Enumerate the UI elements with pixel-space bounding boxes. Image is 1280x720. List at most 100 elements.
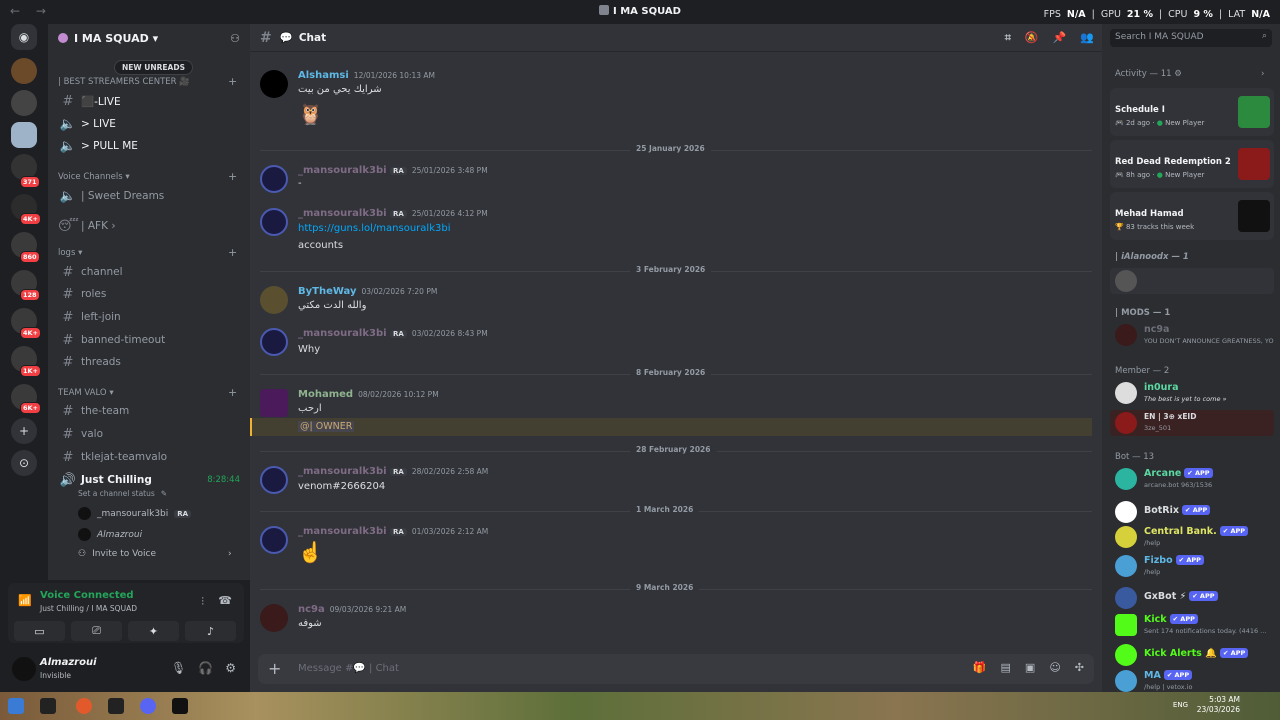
server-icon[interactable] xyxy=(11,90,37,116)
channel-item[interactable]: # the-team xyxy=(58,401,240,421)
author[interactable]: _mansouralk3bi RA 25/01/2026 4:12 PM xyxy=(298,208,488,219)
avatar[interactable] xyxy=(260,389,288,417)
channel-item[interactable]: # channel xyxy=(58,262,240,282)
activity-card[interactable]: Mehad Hamad 🏆 83 tracks this week xyxy=(1110,192,1274,240)
apps-icon[interactable]: ✣ xyxy=(1075,661,1084,674)
task-view-icon[interactable] xyxy=(40,698,56,714)
author[interactable]: _mansouralk3bi RA 25/01/2026 3:48 PM xyxy=(298,165,488,176)
members-icon[interactable]: 👥 xyxy=(1080,31,1094,45)
member-row[interactable]: in0ura The best is yet to come » xyxy=(1115,382,1275,406)
author[interactable]: nc9a 09/03/2026 9:21 AM xyxy=(298,604,406,615)
message-link[interactable]: https://guns.lol/mansouralk3bi xyxy=(298,223,450,234)
author[interactable]: _mansouralk3bi RA 03/02/2026 8:43 PM xyxy=(298,328,488,339)
soundboard-button[interactable]: ♪ xyxy=(185,621,236,641)
avatar[interactable] xyxy=(260,70,288,98)
emoji-icon[interactable]: ☺ xyxy=(1049,661,1060,674)
member-row[interactable] xyxy=(1110,268,1274,294)
app-icon[interactable] xyxy=(108,698,124,714)
bot-row[interactable]: Kick Alerts 🔔 ✔ APP xyxy=(1115,644,1275,668)
add-server-icon[interactable]: + xyxy=(11,418,37,444)
avatar[interactable] xyxy=(260,466,288,494)
discover-icon[interactable]: ⊙ xyxy=(11,450,37,476)
camera-off-button[interactable]: ▭ xyxy=(14,621,65,641)
new-unreads-pill[interactable]: NEW UNREADS xyxy=(114,60,193,75)
channel-item[interactable]: # threads xyxy=(58,352,240,372)
activity-card[interactable]: Schedule I 🎮 2d ago · ● New Player xyxy=(1110,88,1274,136)
avatar[interactable] xyxy=(260,526,288,554)
message-input[interactable]: Message #💬 | Chat xyxy=(298,663,399,674)
avatar[interactable] xyxy=(260,165,288,193)
avatar[interactable] xyxy=(260,328,288,356)
threads-icon[interactable]: ⌗ xyxy=(1005,31,1011,45)
upload-plus-icon[interactable]: + xyxy=(268,659,281,678)
add-channel-icon[interactable]: + xyxy=(228,246,237,259)
gif-icon[interactable]: ▤ xyxy=(1001,661,1011,674)
avatar[interactable] xyxy=(12,657,36,681)
system-clock[interactable]: 5:03 AM 23/03/2026 xyxy=(1197,695,1240,715)
epic-icon[interactable] xyxy=(172,698,188,714)
discord-home-icon[interactable]: ◉ xyxy=(11,24,37,50)
bot-row[interactable]: Central Bank. ✔ APP/help xyxy=(1115,526,1275,550)
add-channel-icon[interactable]: + xyxy=(228,386,237,399)
gift-icon[interactable]: 🎁 xyxy=(973,661,987,674)
sticker-icon[interactable]: ▣ xyxy=(1025,661,1035,674)
category-voice[interactable]: Voice Channels ▾ + xyxy=(58,170,237,183)
activity-card[interactable]: Red Dead Redemption 2 🎮 8h ago · ● New Pl… xyxy=(1110,140,1274,188)
channel-item[interactable]: # tklejat-teamvalo xyxy=(58,447,240,467)
server-icon[interactable] xyxy=(11,58,37,84)
author[interactable]: ByTheWay 03/02/2026 7:20 PM xyxy=(298,286,437,297)
channel-item[interactable]: # left-join xyxy=(58,307,240,327)
avatar[interactable] xyxy=(260,286,288,314)
bot-row[interactable]: GxBot ⚡ ✔ APP xyxy=(1115,587,1275,611)
voice-channel-just-chilling[interactable]: 🔊 Just Chilling 8:28:44 xyxy=(58,470,240,490)
channel-item[interactable]: # banned-timeout xyxy=(58,330,240,350)
bot-row[interactable]: Arcane ✔ APP arcane.bot 963/1536 xyxy=(1115,468,1275,492)
channel-live[interactable]: # ⬛‑LIVE xyxy=(58,91,240,111)
language-indicator[interactable]: ENG xyxy=(1173,701,1188,709)
activity-header[interactable]: Activity — 11 ⚙ › xyxy=(1115,69,1264,79)
noise-suppression-icon[interactable]: ⫶ xyxy=(201,595,204,609)
start-icon[interactable] xyxy=(8,698,24,714)
activities-button[interactable]: ✦ xyxy=(128,621,179,641)
browser-icon[interactable] xyxy=(76,698,92,714)
pin-icon[interactable]: 📌 xyxy=(1053,31,1067,45)
bot-row[interactable]: MA ✔ APP/help | vetox.io xyxy=(1115,670,1275,692)
channel-pull[interactable]: 🔈 > PULL ME xyxy=(58,136,240,156)
search-input[interactable]: Search I MA SQUAD ⌕ xyxy=(1110,29,1272,47)
author[interactable]: Alshamsi 12/01/2026 10:13 AM xyxy=(298,70,435,81)
channel-status-hint[interactable]: Set a channel status ✎ xyxy=(78,489,167,498)
voice-user[interactable]: Almazroui xyxy=(78,528,142,541)
server-icon-active[interactable] xyxy=(11,122,37,148)
headphones-icon[interactable]: 🎧 xyxy=(198,661,213,675)
category-logs[interactable]: logs ▾ + xyxy=(58,246,237,259)
bot-row[interactable]: Kick ✔ APP Sent 174 notifications today. (… xyxy=(1115,614,1275,638)
mute-icon[interactable]: 🔕 xyxy=(1025,31,1039,45)
category-afk[interactable]: 😴 | AFK › xyxy=(58,216,240,236)
author[interactable]: _mansouralk3bi RA 01/03/2026 2:12 AM xyxy=(298,526,488,537)
role-mention[interactable]: @| OWNER xyxy=(298,421,355,432)
channel-sweet-dreams[interactable]: 🔈 | Sweet Dreams xyxy=(58,186,240,206)
invite-to-voice[interactable]: ⚇ Invite to Voice › xyxy=(78,549,232,559)
username[interactable]: Almazroui xyxy=(40,657,97,668)
author[interactable]: _mansouralk3bi RA 28/02/2026 2:58 AM xyxy=(298,466,488,477)
channel-item[interactable]: # valo xyxy=(58,424,240,444)
bot-row[interactable]: BotRix ✔ APP xyxy=(1115,501,1275,525)
voice-user[interactable]: _mansouralk3bi RA xyxy=(78,507,192,520)
channel-item[interactable]: # roles xyxy=(58,284,240,304)
member-row[interactable]: nc9a YOU DON'T ANNOUNCE GREATNESS, YOU... xyxy=(1115,324,1275,348)
add-user-icon[interactable]: ⚇ xyxy=(230,32,240,45)
disconnect-icon[interactable]: ☎ xyxy=(218,594,232,607)
category-streamers[interactable]: | BEST STREAMERS CENTER 🎥 + xyxy=(58,75,237,88)
microphone-icon[interactable]: 🎙 xyxy=(171,661,186,675)
member-row[interactable]: EN | 3⊕ xEID 3ze_501 xyxy=(1110,410,1274,436)
bot-row[interactable]: Fizbo ✔ APP/help xyxy=(1115,555,1275,579)
avatar[interactable] xyxy=(260,208,288,236)
category-valo[interactable]: TEAM VALO ▾ + xyxy=(58,386,237,399)
author[interactable]: Mohamed 08/02/2026 10:12 PM xyxy=(298,389,439,400)
server-header[interactable]: I MA SQUAD ▾ ⚇ xyxy=(48,24,250,52)
discord-icon[interactable] xyxy=(140,698,156,714)
gear-icon[interactable]: ⚙ xyxy=(225,661,236,675)
screen-share-button[interactable]: ⎚ xyxy=(71,621,122,641)
add-channel-icon[interactable]: + xyxy=(228,75,237,88)
avatar[interactable] xyxy=(260,604,288,632)
